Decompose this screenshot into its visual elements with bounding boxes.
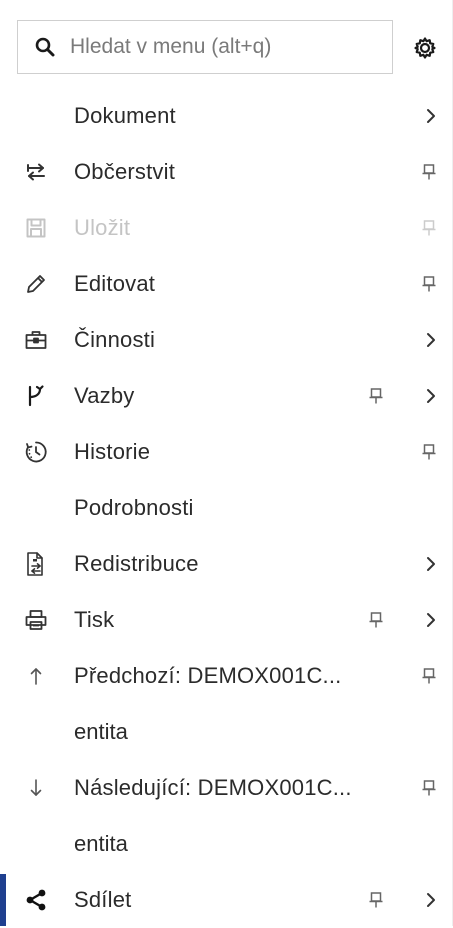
search-input[interactable] — [70, 35, 370, 59]
chevron-right-icon[interactable] — [420, 329, 442, 351]
menu-item-predchozi-sublabel[interactable]: entita — [0, 704, 453, 760]
settings-button[interactable] — [410, 33, 440, 63]
arrow-down-icon — [22, 774, 50, 802]
menu-panel: Dokument Občerstvit — [0, 0, 453, 926]
chevron-right-icon[interactable] — [420, 553, 442, 575]
menu-item-tisk[interactable]: Tisk — [0, 592, 453, 648]
menu-item-sublabel: entita — [74, 831, 128, 856]
menu-item-predchozi[interactable]: Předchozí: DEMOX001C... — [0, 648, 453, 704]
pin-icon[interactable] — [365, 385, 387, 407]
menu-item-podrobnosti[interactable]: Podrobnosti — [0, 480, 453, 536]
menu-list: Dokument Občerstvit Uložit Editovat Činn… — [0, 88, 453, 928]
menu-item-editovat[interactable]: Editovat — [0, 256, 453, 312]
pin-icon[interactable] — [365, 609, 387, 631]
pin-icon[interactable] — [418, 665, 440, 687]
menu-item-label: Redistribuce — [74, 551, 199, 576]
menu-item-label: Tisk — [74, 607, 115, 632]
menu-item-label: Vazby — [74, 383, 135, 408]
pin-icon[interactable] — [418, 217, 440, 239]
menu-item-redistribuce[interactable]: Redistribuce — [0, 536, 453, 592]
menu-item-label: Následující: DEMOX001C... — [74, 775, 352, 800]
menu-item-label: Předchozí: DEMOX001C... — [74, 663, 342, 688]
pencil-icon — [22, 270, 50, 298]
menu-item-label: Občerstvit — [74, 159, 176, 184]
menu-item-ulozit[interactable]: Uložit — [0, 200, 453, 256]
share-icon — [22, 886, 50, 914]
menu-item-sublabel: entita — [74, 719, 128, 744]
menu-item-historie[interactable]: Historie — [0, 424, 453, 480]
pin-icon[interactable] — [418, 441, 440, 463]
pin-icon[interactable] — [418, 777, 440, 799]
menu-item-dokument[interactable]: Dokument — [0, 88, 453, 144]
printer-icon — [22, 606, 50, 634]
menu-item-label: Činnosti — [74, 327, 156, 352]
menu-item-label: Uložit — [74, 215, 131, 240]
menu-item-label: Editovat — [74, 271, 156, 296]
history-clock-icon — [22, 438, 50, 466]
menu-item-nasledujici-sublabel[interactable]: entita — [0, 816, 453, 872]
toolbox-icon — [22, 326, 50, 354]
chevron-right-icon[interactable] — [420, 105, 442, 127]
pin-icon[interactable] — [418, 273, 440, 295]
refresh-arrows-icon — [22, 158, 50, 186]
menu-item-sdilet[interactable]: Sdílet — [0, 872, 453, 928]
arrow-up-icon — [22, 662, 50, 690]
menu-item-obcerstvit[interactable]: Občerstvit — [0, 144, 453, 200]
menu-item-cinnosti[interactable]: Činnosti — [0, 312, 453, 368]
gear-icon — [413, 36, 437, 60]
menu-item-vazby[interactable]: Vazby — [0, 368, 453, 424]
chevron-right-icon[interactable] — [420, 385, 442, 407]
document-redistribute-icon — [22, 550, 50, 578]
menu-item-nasledujici[interactable]: Následující: DEMOX001C... — [0, 760, 453, 816]
search-box[interactable] — [17, 20, 393, 74]
menu-item-label: Podrobnosti — [74, 495, 194, 520]
pin-icon[interactable] — [418, 161, 440, 183]
search-icon — [34, 36, 56, 58]
menu-item-label: Historie — [74, 439, 151, 464]
chevron-right-icon[interactable] — [420, 889, 442, 911]
menu-item-label: Dokument — [74, 103, 176, 128]
menu-item-label: Sdílet — [74, 887, 132, 912]
chevron-right-icon[interactable] — [420, 609, 442, 631]
save-icon — [22, 214, 50, 242]
pin-icon[interactable] — [365, 889, 387, 911]
branch-icon — [22, 382, 50, 410]
search-row — [0, 20, 453, 76]
